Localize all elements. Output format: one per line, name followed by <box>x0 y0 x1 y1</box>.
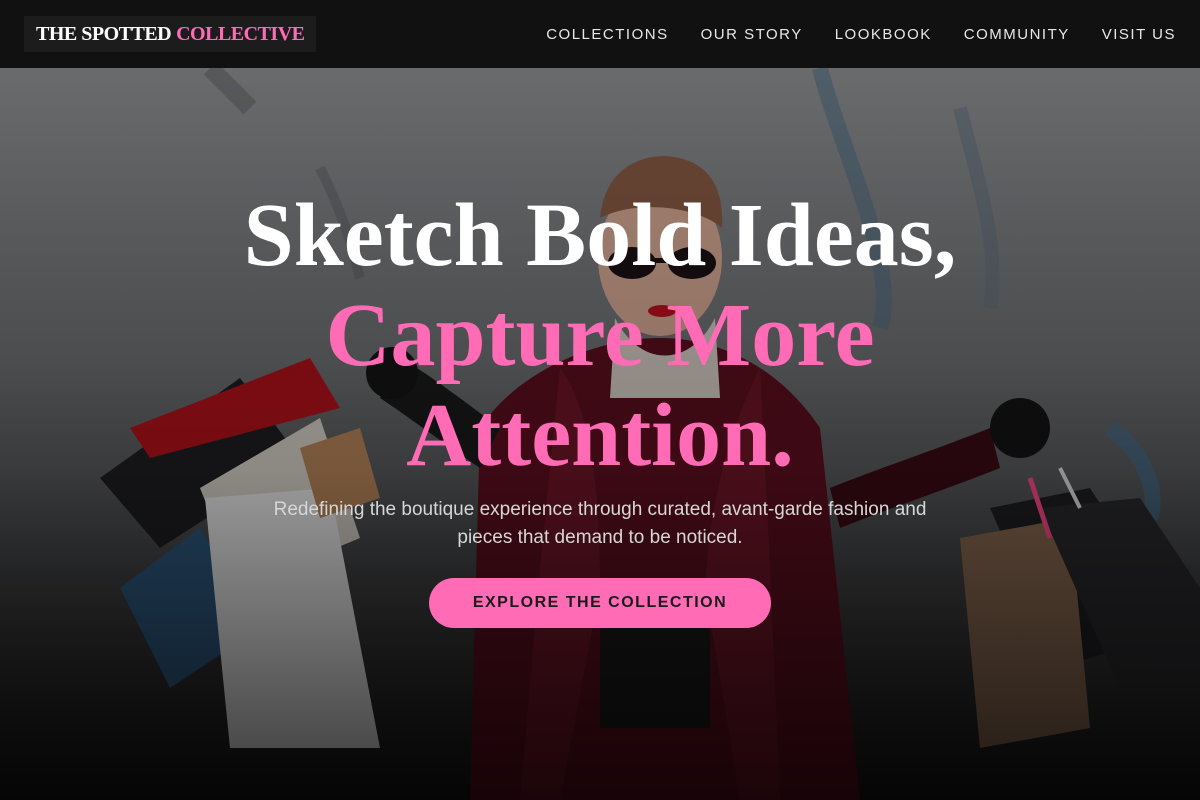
top-navigation-bar: THE SPOTTED COLLECTIVE COLLECTIONS OUR S… <box>0 0 1200 68</box>
hero-headline-line-2: Capture More <box>325 286 875 385</box>
brand-logo-text-primary: THE SPOTTED <box>36 22 172 45</box>
nav-link-visit-us[interactable]: VISIT US <box>1102 26 1176 43</box>
hero-section: Sketch Bold Ideas, Capture More Attentio… <box>0 68 1200 800</box>
brand-logo[interactable]: THE SPOTTED COLLECTIVE <box>24 16 317 52</box>
nav-link-collections[interactable]: COLLECTIONS <box>546 26 668 43</box>
hero-headline-line-3: Attention. <box>406 386 794 485</box>
hero-headline: Sketch Bold Ideas, Capture More Attentio… <box>0 186 1200 486</box>
nav-link-lookbook[interactable]: LOOKBOOK <box>835 26 932 43</box>
hero-subtext: Redefining the boutique experience throu… <box>273 499 927 548</box>
explore-collection-button[interactable]: EXPLORE THE COLLECTION <box>429 578 771 628</box>
hero-headline-line-1: Sketch Bold Ideas, <box>243 186 957 285</box>
nav-link-our-story[interactable]: OUR STORY <box>701 26 803 43</box>
nav-link-community[interactable]: COMMUNITY <box>964 26 1070 43</box>
brand-logo-text-accent: COLLECTIVE <box>176 22 305 45</box>
main-menu: COLLECTIONS OUR STORY LOOKBOOK COMMUNITY… <box>546 26 1176 43</box>
